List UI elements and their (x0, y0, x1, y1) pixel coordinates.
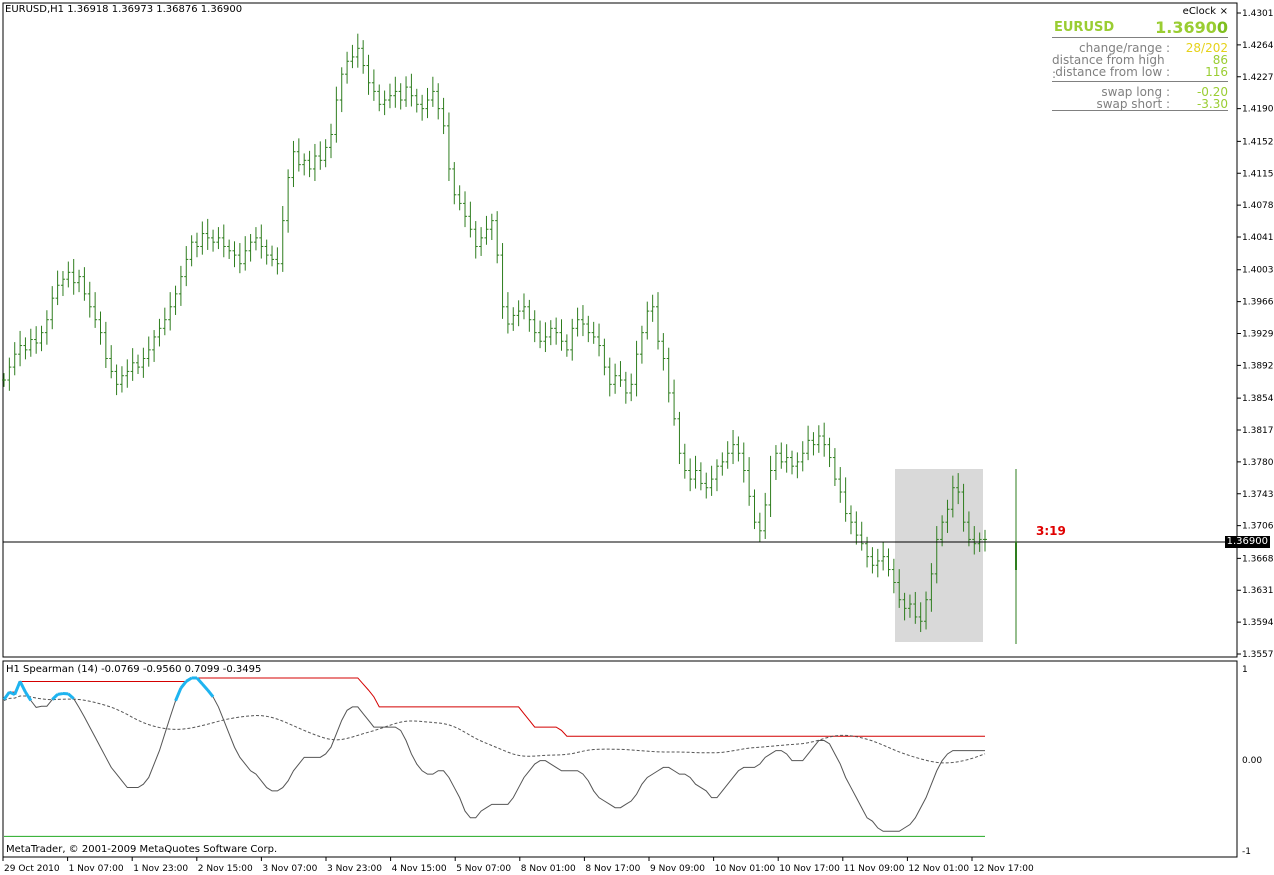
time-tick-label: 12 Nov 01:00 (908, 864, 969, 874)
price-tick-label: 1.37430 (1242, 490, 1274, 500)
time-tick-label: 3 Nov 23:00 (327, 864, 382, 874)
price-tick-label: 1.36310 (1242, 586, 1274, 596)
price-tick-label: 1.41520 (1242, 137, 1274, 147)
price-tick-label: 1.43010 (1242, 9, 1274, 19)
time-tick-label: 1 Nov 23:00 (133, 864, 188, 874)
time-tick-label: 8 Nov 01:00 (521, 864, 576, 874)
price-tick-label: 1.37800 (1242, 458, 1274, 468)
time-tick-label: 12 Nov 17:00 (973, 864, 1034, 874)
time-tick-label: 8 Nov 17:00 (585, 864, 640, 874)
eclock-symbol: EURUSD (1054, 20, 1115, 35)
price-tick-label: 1.39290 (1242, 330, 1274, 340)
extreme-highlight (57, 692, 64, 696)
time-axis: 29 Oct 2010 1 Nov 07:00 1 Nov 23:00 2 Nov 1… (2, 857, 1034, 874)
price-tick-label: 1.40780 (1242, 201, 1274, 211)
price-tick-label: 1.42640 (1242, 41, 1274, 51)
eclock-panel: eClock × EURUSD 1.36900 change/range :28… (1052, 4, 1228, 112)
eclock-divider (1052, 37, 1228, 38)
price-tick-label: 1.37060 (1242, 522, 1274, 532)
indicator-tick-label: -1 (1242, 847, 1251, 857)
eclock-row-swap-short: swap short : -3.30 (1096, 97, 1228, 111)
price-tick-label: 1.40030 (1242, 266, 1274, 276)
indicator-tick-label: 1 (1242, 665, 1248, 675)
price-axis: 1.43010 1.42640 1.42270 1.41900 1.41520 1.411… (1237, 9, 1274, 660)
price-tick-label: 1.38170 (1242, 426, 1274, 436)
bar-timer: 3:19 (1036, 524, 1066, 538)
price-tick-label: 1.35940 (1242, 618, 1274, 628)
eclock-row-distance-low: distance from low :116 (1055, 65, 1228, 79)
eclock-bid: 1.36900 (1155, 18, 1228, 37)
close-icon[interactable]: × (1220, 6, 1228, 17)
highlight-region[interactable] (895, 469, 983, 642)
current-price-tag: 1.36900 (1224, 536, 1270, 548)
price-tick-label: 1.36680 (1242, 554, 1274, 564)
price-tick-label: 1.38920 (1242, 361, 1274, 371)
time-tick-label: 4 Nov 15:00 (392, 864, 447, 874)
price-tick-label: 1.41900 (1242, 105, 1274, 115)
indicator-label: H1 Spearman (14) -0.0769 -0.9560 0.7099 … (6, 664, 262, 675)
copyright-text: MetaTrader, © 2001-2009 MetaQuotes Softw… (6, 844, 278, 855)
chart-canvas[interactable]: 1.43010 1.42640 1.42270 1.41900 1.41520 1.411… (0, 0, 1274, 875)
time-tick-label: 29 Oct 2010 (4, 864, 60, 874)
price-tick-label: 1.39660 (1242, 298, 1274, 308)
symbol-info: EURUSD,H1 1.36918 1.36973 1.36876 1.3690… (5, 4, 243, 15)
price-tick-label: 1.38540 (1242, 394, 1274, 404)
price-tick-label: 1.41150 (1242, 169, 1274, 179)
price-tick-label: 1.35570 (1242, 650, 1274, 660)
time-tick-label: 2 Nov 15:00 (198, 864, 253, 874)
time-tick-label: 9 Nov 09:00 (650, 864, 705, 874)
time-tick-label: 3 Nov 07:00 (262, 864, 317, 874)
time-tick-label: 10 Nov 17:00 (779, 864, 840, 874)
eclock-row-swap-long: swap long : -0.20 (1101, 85, 1228, 99)
price-tick-label: 1.42270 (1242, 73, 1274, 83)
eclock-divider (1052, 81, 1228, 82)
time-tick-label: 5 Nov 07:00 (456, 864, 511, 874)
eclock-row-change-range: change/range :28/202 (1079, 41, 1228, 55)
time-tick-label: 1 Nov 07:00 (69, 864, 124, 874)
eclock-divider (1052, 110, 1228, 111)
eclock-row-distance-high: distance from high :86 (1052, 53, 1228, 81)
price-tick-label: 1.40410 (1242, 233, 1274, 243)
eclock-title: eClock (1182, 6, 1216, 17)
indicator-frame (2, 660, 1238, 858)
time-tick-label: 11 Nov 09:00 (844, 864, 905, 874)
time-tick-label: 10 Nov 01:00 (715, 864, 776, 874)
indicator-tick-label: 0.00 (1242, 756, 1262, 766)
